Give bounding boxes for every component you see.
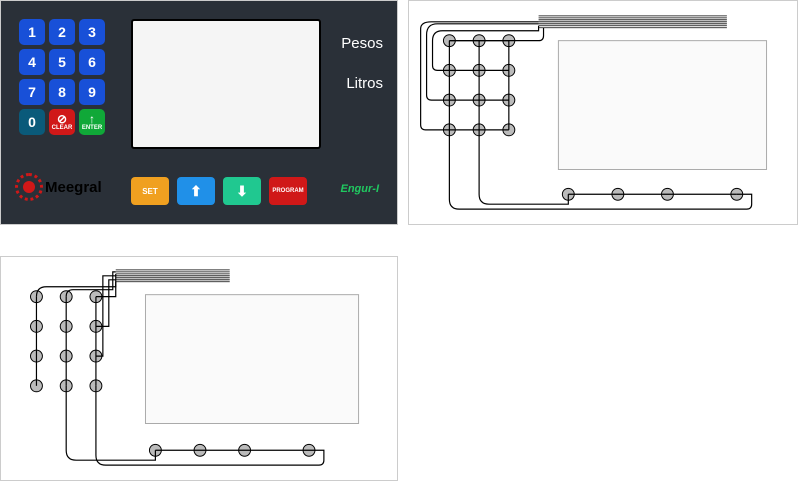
key-label: 1: [28, 24, 36, 40]
key-label: 2: [58, 24, 66, 40]
arrow-up-icon: ⬆: [190, 183, 202, 200]
key-label: 8: [58, 84, 66, 100]
enter-button[interactable]: ↑ ENTER: [79, 109, 105, 135]
numeric-keypad: 1 2 3 4 5 6 7 8 9 0 ⊘ CLEAR ↑ ENTER: [19, 19, 105, 135]
control-panel: 1 2 3 4 5 6 7 8 9 0 ⊘ CLEAR ↑ ENTER Peso…: [0, 0, 398, 225]
enter-label: ENTER: [82, 125, 102, 131]
key-8[interactable]: 8: [49, 79, 75, 105]
key-2[interactable]: 2: [49, 19, 75, 45]
display-screen: [131, 19, 321, 149]
brand-model-label: Engur-I: [341, 183, 380, 195]
arrow-down-icon: ⬇: [236, 183, 248, 200]
logo: Meegral: [15, 173, 102, 201]
set-label: SET: [142, 187, 158, 196]
program-button[interactable]: PROGRAM: [269, 177, 307, 205]
clear-button[interactable]: ⊘ CLEAR: [49, 109, 75, 135]
key-4[interactable]: 4: [19, 49, 45, 75]
key-label: 3: [88, 24, 96, 40]
key-1[interactable]: 1: [19, 19, 45, 45]
down-button[interactable]: ⬇: [223, 177, 261, 205]
pesos-label: Pesos: [341, 35, 383, 52]
key-3[interactable]: 3: [79, 19, 105, 45]
key-label: 4: [28, 54, 36, 70]
logo-mark-icon: [15, 173, 43, 201]
cancel-icon: ⊘: [57, 113, 67, 125]
key-0[interactable]: 0: [19, 109, 45, 135]
key-5[interactable]: 5: [49, 49, 75, 75]
key-label: 0: [28, 114, 36, 130]
set-button[interactable]: SET: [131, 177, 169, 205]
key-9[interactable]: 9: [79, 79, 105, 105]
program-label: PROGRAM: [272, 188, 303, 194]
key-label: 9: [88, 84, 96, 100]
arrow-up-icon: ↑: [89, 113, 95, 125]
key-7[interactable]: 7: [19, 79, 45, 105]
key-label: 6: [88, 54, 96, 70]
key-6[interactable]: 6: [79, 49, 105, 75]
circuit-diagram-bottom: [0, 256, 398, 481]
key-label: 7: [28, 84, 36, 100]
logo-text: Meegral: [45, 179, 102, 196]
circuit-diagram-top: [408, 0, 798, 225]
clear-label: CLEAR: [52, 125, 73, 131]
up-button[interactable]: ⬆: [177, 177, 215, 205]
function-row: SET ⬆ ⬇ PROGRAM: [131, 177, 307, 205]
litros-label: Litros: [346, 75, 383, 92]
key-label: 5: [58, 54, 66, 70]
